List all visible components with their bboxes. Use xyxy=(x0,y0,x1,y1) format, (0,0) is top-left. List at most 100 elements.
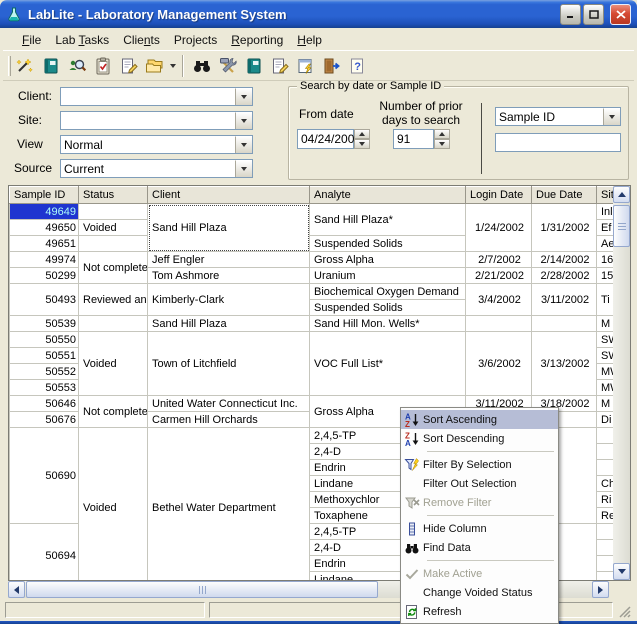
sample-id-cell[interactable]: 50493 xyxy=(10,284,79,316)
minimize-button[interactable] xyxy=(560,4,581,25)
search-field-combobox[interactable]: Sample ID xyxy=(495,107,621,126)
site-cell[interactable]: Ch xyxy=(597,476,614,492)
form-lightning-button[interactable] xyxy=(294,54,318,78)
menu-lab-tasks[interactable]: Lab Tasks xyxy=(48,31,116,49)
client-cell[interactable]: Tom Ashmore xyxy=(148,268,310,284)
client-cell[interactable]: Sand Hill Plaza xyxy=(148,204,310,252)
scroll-up-button[interactable] xyxy=(613,186,630,203)
context-menu-item-remove-filter[interactable]: Remove Filter xyxy=(401,493,558,512)
site-cell[interactable]: Re xyxy=(597,508,614,524)
scroll-right-button[interactable] xyxy=(592,581,609,598)
notebook-button-2[interactable] xyxy=(242,54,266,78)
site-cell[interactable]: 16 xyxy=(597,252,614,268)
analyte-cell[interactable]: Biochemical Oxygen Demand xyxy=(310,284,466,300)
context-menu-item-filter-out-selection[interactable]: Filter Out Selection xyxy=(401,474,558,493)
find-button[interactable] xyxy=(190,54,214,78)
login-date-cell[interactable]: 3/6/2002 xyxy=(466,332,532,396)
column-header-login-date[interactable]: Login Date xyxy=(466,187,532,204)
sample-id-cell[interactable]: 50690 xyxy=(10,428,79,524)
site-cell[interactable]: MW xyxy=(597,364,614,380)
from-date-spin-down[interactable] xyxy=(354,139,370,149)
context-menu-item-filter-by-selection[interactable]: Filter By Selection xyxy=(401,455,558,474)
edit-record-button-2[interactable] xyxy=(268,54,292,78)
sample-id-cell[interactable]: 50646 xyxy=(10,396,79,412)
column-header-site[interactable]: Site xyxy=(597,187,614,204)
client-cell[interactable]: Bethel Water Department xyxy=(148,428,310,581)
search-field-dropdown[interactable] xyxy=(603,108,620,125)
sample-id-input[interactable] xyxy=(495,133,621,152)
days-spin-down[interactable] xyxy=(434,139,450,149)
context-menu-item-refresh[interactable]: Refresh xyxy=(401,602,558,621)
title-bar[interactable]: LabLite - Laboratory Management System xyxy=(0,0,637,28)
maximize-button[interactable] xyxy=(583,4,604,25)
due-date-cell[interactable]: 3/11/2002 xyxy=(532,284,597,316)
context-menu-item-make-active[interactable]: Make Active xyxy=(401,564,558,583)
analyte-cell[interactable]: Sand Hill Mon. Wells* xyxy=(310,316,466,332)
sample-id-cell[interactable]: 49650 xyxy=(10,220,79,236)
client-lookup-button[interactable] xyxy=(65,54,89,78)
scroll-down-button[interactable] xyxy=(613,563,630,580)
status-cell[interactable]: Reviewed and xyxy=(79,284,148,316)
source-combobox[interactable]: Current xyxy=(60,159,253,178)
menu-clients[interactable]: Clients xyxy=(116,31,167,49)
sample-id-cell-selected[interactable]: 49649 xyxy=(10,204,79,220)
site-cell[interactable]: SW xyxy=(597,332,614,348)
site-combobox[interactable] xyxy=(60,111,253,130)
analyte-cell[interactable]: Suspended Solids xyxy=(310,236,466,252)
column-header-analyte[interactable]: Analyte xyxy=(310,187,466,204)
tools-button[interactable] xyxy=(216,54,240,78)
analyte-cell[interactable]: Suspended Solids xyxy=(310,300,466,316)
toolbar-grip[interactable] xyxy=(8,56,11,76)
due-date-cell[interactable]: 1/31/2002 xyxy=(532,204,597,252)
client-cell[interactable]: Jeff Engler xyxy=(148,252,310,268)
client-cell[interactable]: United Water Connecticut Inc. xyxy=(148,396,310,412)
menu-help[interactable]: Help xyxy=(290,31,329,49)
login-date-cell[interactable]: 3/4/2002 xyxy=(466,284,532,316)
sample-id-cell[interactable]: 50676 xyxy=(10,412,79,428)
column-header-client[interactable]: Client xyxy=(148,187,310,204)
context-menu-item-sort-ascending[interactable]: AZ Sort Ascending xyxy=(401,410,558,429)
client-cell[interactable]: Sand Hill Plaza xyxy=(148,316,310,332)
vertical-scrollbar[interactable] xyxy=(613,186,630,580)
sample-id-cell[interactable]: 50553 xyxy=(10,380,79,396)
column-header-due-date[interactable]: Due Date xyxy=(532,187,597,204)
analyte-cell[interactable]: Gross Alpha xyxy=(310,252,466,268)
site-cell[interactable]: 15 xyxy=(597,268,614,284)
site-cell[interactable]: Inl xyxy=(597,204,614,220)
site-cell[interactable]: MW xyxy=(597,380,614,396)
client-cell[interactable]: Carmen Hill Orchards xyxy=(148,412,310,428)
vertical-scroll-thumb[interactable] xyxy=(613,205,630,247)
site-cell[interactable]: M xyxy=(597,396,614,412)
client-cell[interactable]: Town of Litchfield xyxy=(148,332,310,396)
column-header-sample-id[interactable]: Sample ID xyxy=(10,187,79,204)
site-cell[interactable]: M xyxy=(597,316,614,332)
due-date-cell[interactable]: 2/28/2002 xyxy=(532,268,597,284)
login-date-cell[interactable]: 1/24/2002 xyxy=(466,204,532,252)
site-cell[interactable]: SW xyxy=(597,348,614,364)
login-date-cell[interactable]: 2/21/2002 xyxy=(466,268,532,284)
new-wizard-button[interactable] xyxy=(13,54,37,78)
analyte-cell[interactable]: Uranium xyxy=(310,268,466,284)
sample-id-cell[interactable]: 50550 xyxy=(10,332,79,348)
menu-projects[interactable]: Projects xyxy=(167,31,224,49)
exit-door-button[interactable] xyxy=(320,54,344,78)
site-combobox-dropdown[interactable] xyxy=(235,112,252,129)
sample-id-cell[interactable]: 50539 xyxy=(10,316,79,332)
client-combobox[interactable] xyxy=(60,87,253,106)
days-to-search-input[interactable]: 91 xyxy=(393,129,434,149)
site-cell[interactable]: Ae xyxy=(597,236,614,252)
notebook-button[interactable] xyxy=(39,54,63,78)
sample-id-cell[interactable]: 49974 xyxy=(10,252,79,268)
source-combobox-dropdown[interactable] xyxy=(235,160,252,177)
sample-id-cell[interactable]: 50694 xyxy=(10,524,79,581)
client-cell[interactable]: Kimberly-Clark xyxy=(148,284,310,316)
sample-id-cell[interactable]: 50299 xyxy=(10,268,79,284)
scroll-left-button[interactable] xyxy=(8,581,25,598)
status-cell[interactable]: Voided xyxy=(79,428,148,581)
column-header-status[interactable]: Status xyxy=(79,187,148,204)
folders-dropdown-button[interactable] xyxy=(167,54,178,78)
sample-id-cell[interactable]: 50551 xyxy=(10,348,79,364)
status-cell[interactable]: Voided xyxy=(79,332,148,396)
view-combobox[interactable]: Normal xyxy=(60,135,253,154)
context-menu-item-change-voided-status[interactable]: Change Voided Status xyxy=(401,583,558,602)
